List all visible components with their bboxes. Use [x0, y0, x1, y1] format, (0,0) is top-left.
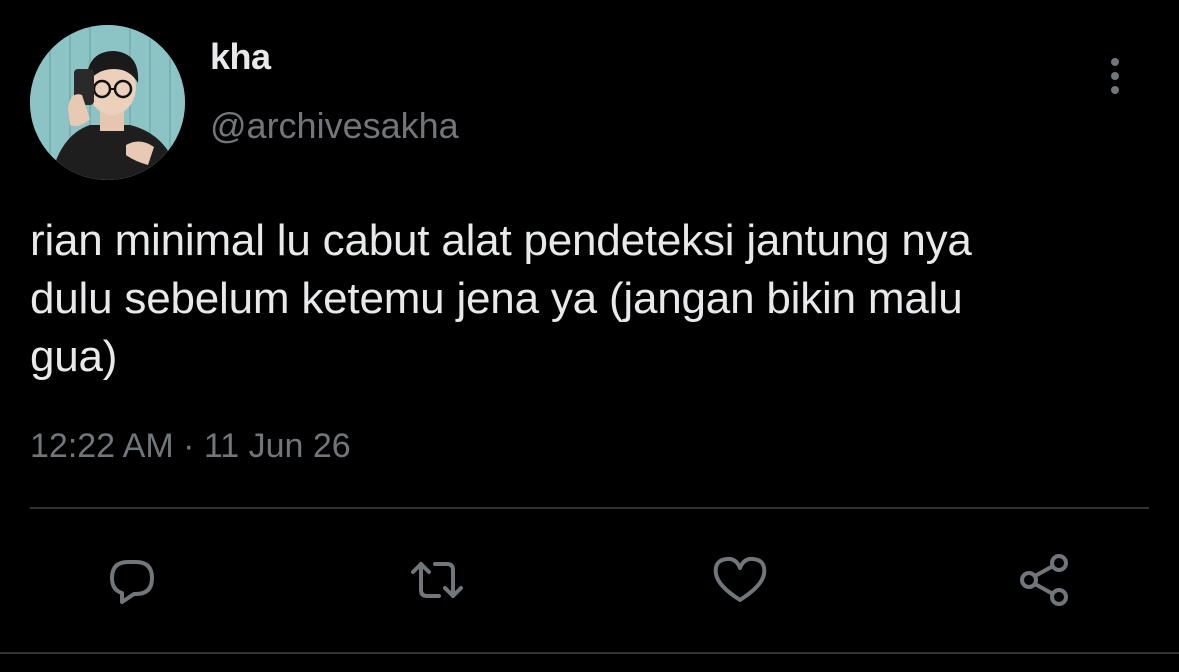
share-icon: [1020, 554, 1068, 606]
avatar-photo: [30, 25, 185, 180]
more-options-button[interactable]: [1098, 54, 1132, 98]
divider: [30, 507, 1149, 509]
tweet-detail: kha @archivesakha rian minimal lu cabut …: [0, 0, 1179, 672]
tweet-timestamp[interactable]: 12:22 AM · 11 Jun 26: [30, 427, 351, 466]
meta-separator: ·: [183, 427, 195, 465]
more-vertical-icon: [1111, 58, 1119, 94]
heart-icon: [713, 556, 767, 602]
author-display-name[interactable]: kha: [210, 36, 271, 78]
bottom-divider: [0, 652, 1179, 654]
author-handle[interactable]: @archivesakha: [210, 105, 459, 147]
tweet-time: 12:22 AM: [30, 427, 174, 465]
comment-icon: [110, 560, 154, 604]
reply-button[interactable]: [100, 548, 164, 612]
like-button[interactable]: [708, 548, 772, 612]
retweet-icon: [411, 562, 463, 598]
retweet-button[interactable]: [405, 548, 469, 612]
tweet-text: rian minimal lu cabut alat pendeteksi ja…: [30, 216, 972, 381]
share-button[interactable]: [1012, 548, 1076, 612]
avatar[interactable]: [30, 25, 185, 180]
tweet-date: 11 Jun 26: [203, 427, 351, 465]
